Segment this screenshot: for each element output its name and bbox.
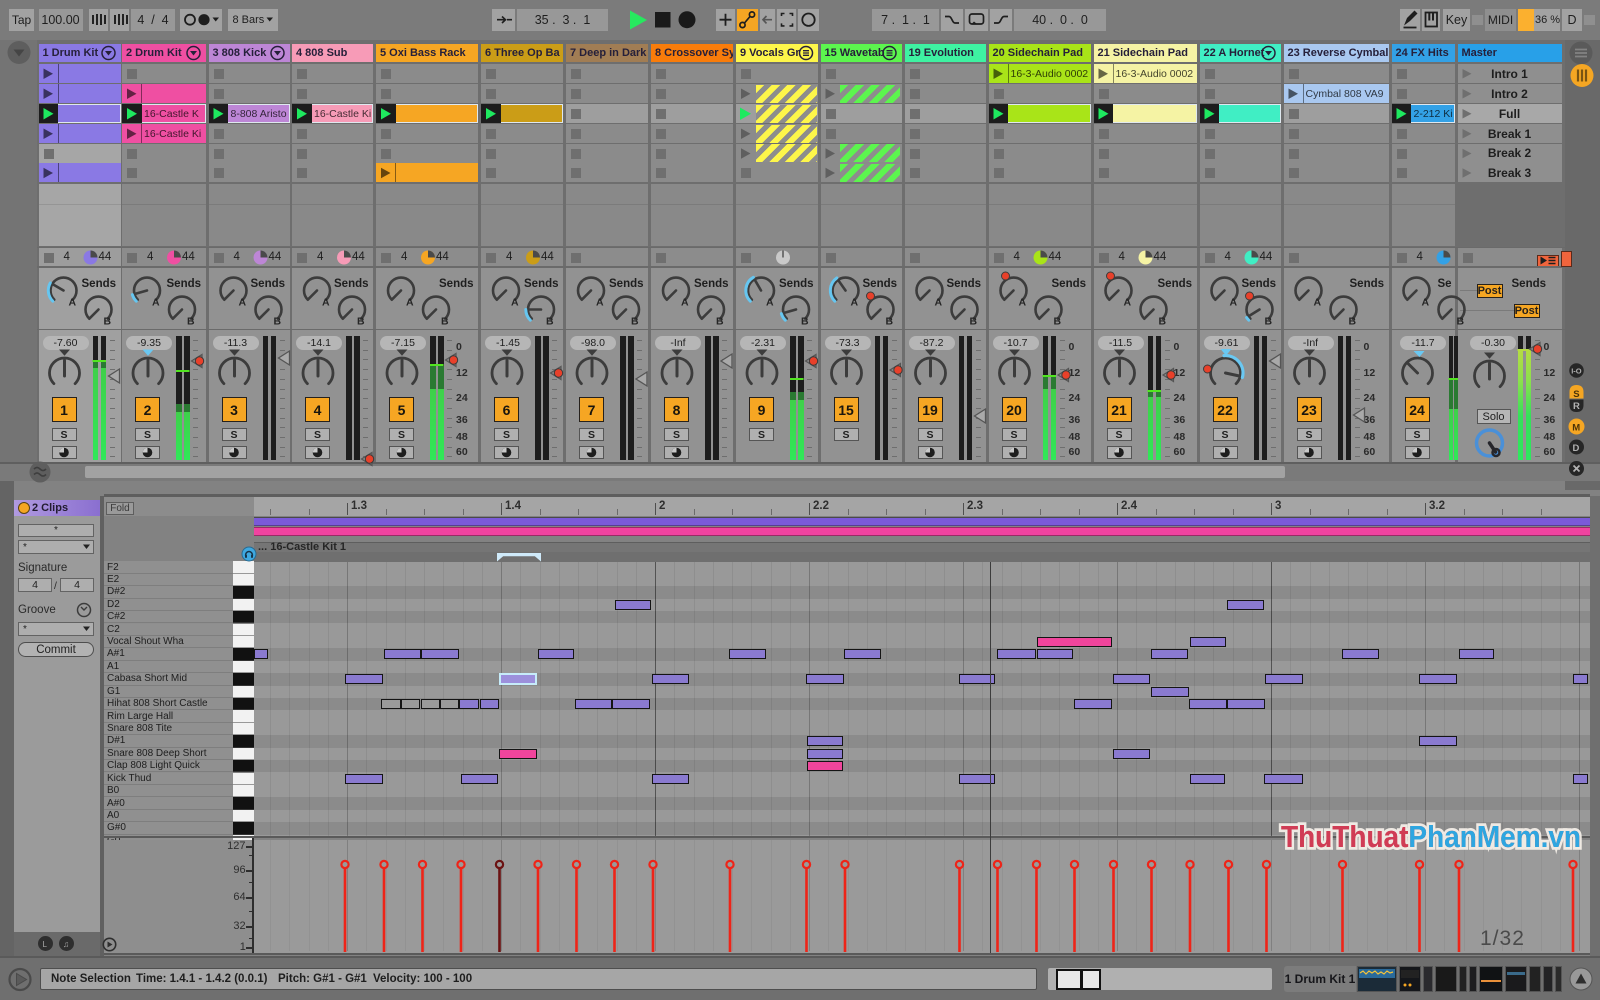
svg-text:B: B xyxy=(546,316,554,328)
svg-text:B: B xyxy=(1159,316,1167,328)
svg-text:A: A xyxy=(1019,297,1027,309)
svg-text:S: S xyxy=(1573,389,1579,400)
svg-text:A: A xyxy=(681,297,689,309)
svg-text:A: A xyxy=(1422,297,1430,309)
svg-text:B: B xyxy=(1054,316,1062,328)
svg-text:♫: ♫ xyxy=(63,939,69,949)
svg-text:A: A xyxy=(851,297,859,309)
svg-text:A: A xyxy=(239,297,247,309)
svg-text:A: A xyxy=(322,297,330,309)
svg-text:B: B xyxy=(886,316,894,328)
svg-text:A: A xyxy=(511,297,519,309)
svg-text:B: B xyxy=(1349,316,1357,328)
svg-text:ThuThuatPhanMem.vn: ThuThuatPhanMem.vn xyxy=(1281,819,1581,854)
svg-text:R: R xyxy=(1573,401,1580,412)
svg-text:B: B xyxy=(274,316,282,328)
svg-text:B: B xyxy=(104,316,112,328)
svg-text:A: A xyxy=(766,297,774,309)
svg-text:A: A xyxy=(1124,297,1132,309)
svg-text:A: A xyxy=(406,297,414,309)
svg-text:A: A xyxy=(1230,297,1238,309)
svg-text:B: B xyxy=(441,316,449,328)
svg-text:B: B xyxy=(631,316,639,328)
svg-text:A: A xyxy=(69,297,77,309)
svg-text:B: B xyxy=(801,316,809,328)
svg-text:B: B xyxy=(1265,316,1273,328)
svg-text:D: D xyxy=(1573,443,1580,454)
svg-text:A: A xyxy=(1314,297,1322,309)
svg-text:B: B xyxy=(970,316,978,328)
svg-text:B: B xyxy=(187,316,195,328)
svg-text:A: A xyxy=(152,297,160,309)
svg-text:A: A xyxy=(935,297,943,309)
svg-text:M: M xyxy=(1572,423,1580,434)
svg-text:I-O: I-O xyxy=(1571,367,1582,376)
svg-text:A: A xyxy=(596,297,604,309)
svg-text:B: B xyxy=(716,316,724,328)
svg-text:B: B xyxy=(1457,316,1465,328)
svg-text:B: B xyxy=(357,316,365,328)
svg-text:L: L xyxy=(43,940,48,949)
